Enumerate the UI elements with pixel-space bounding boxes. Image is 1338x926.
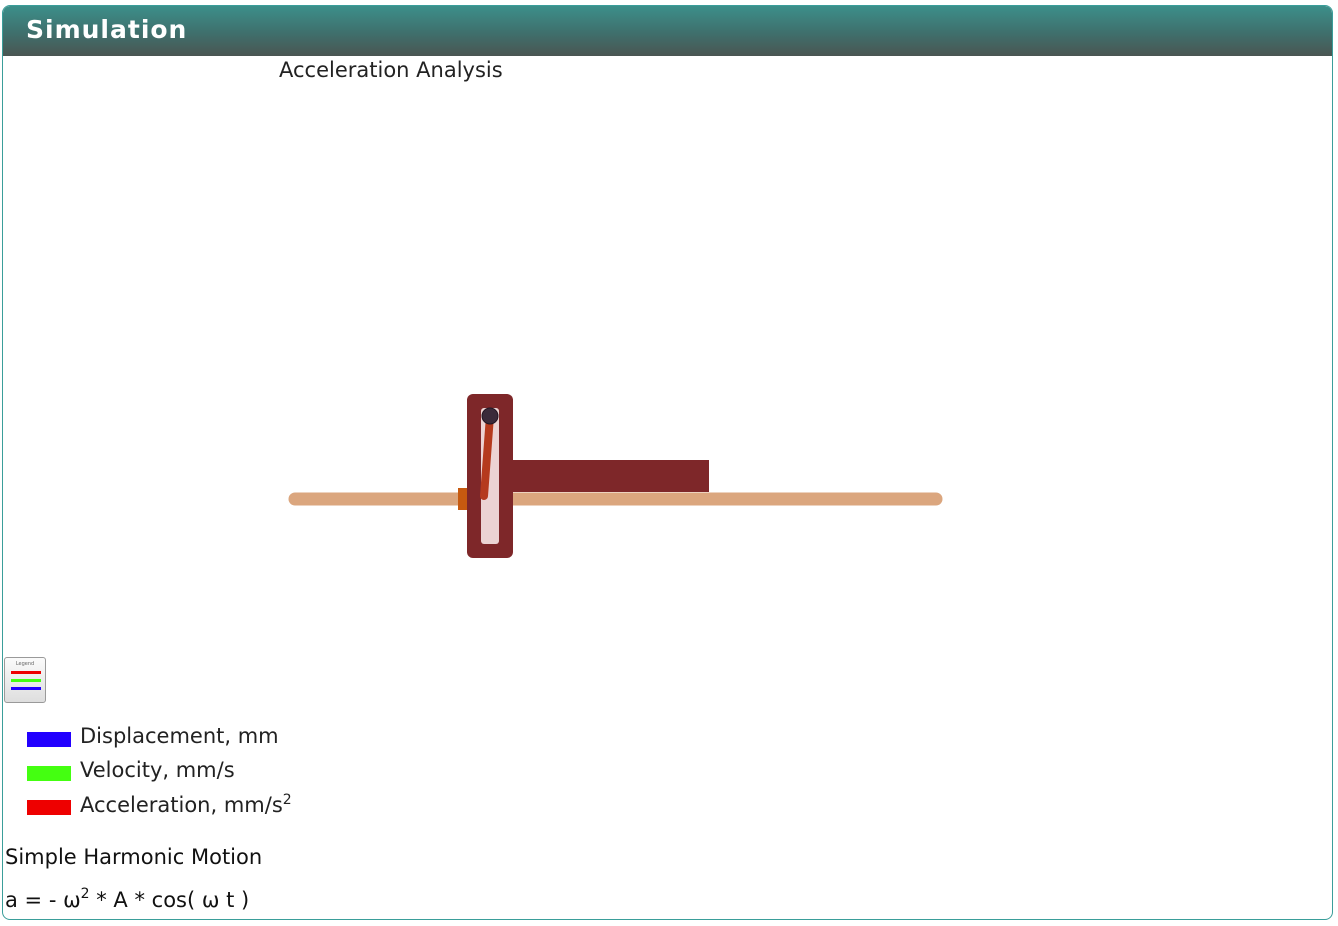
legend-icon-blue-line	[11, 687, 41, 690]
legend-swatch-acceleration	[27, 800, 71, 815]
legend-icon-red-line	[11, 671, 41, 674]
legend-icon-green-line	[11, 679, 41, 682]
legend-toggle-caption: Legend	[15, 661, 35, 667]
crank-pin	[481, 407, 499, 425]
legend-label-acceleration: Acceleration, mm/s2	[80, 792, 292, 817]
legend-label-velocity: Velocity, mm/s	[80, 758, 235, 782]
legend-label-displacement: Displacement, mm	[80, 724, 279, 748]
legend-swatch-displacement	[27, 732, 71, 747]
motion-name: Simple Harmonic Motion	[5, 845, 263, 869]
yoke-arm	[508, 460, 709, 492]
motion-formula: a = - ω2 * A * cos( ω t )	[5, 886, 250, 912]
simulation-panel: Simulation Acceleration Analysis Legend …	[2, 5, 1333, 920]
scotch-yoke-mechanism	[288, 394, 943, 558]
legend-swatch-velocity	[27, 766, 71, 781]
legend-toggle-button[interactable]: Legend	[4, 657, 46, 703]
